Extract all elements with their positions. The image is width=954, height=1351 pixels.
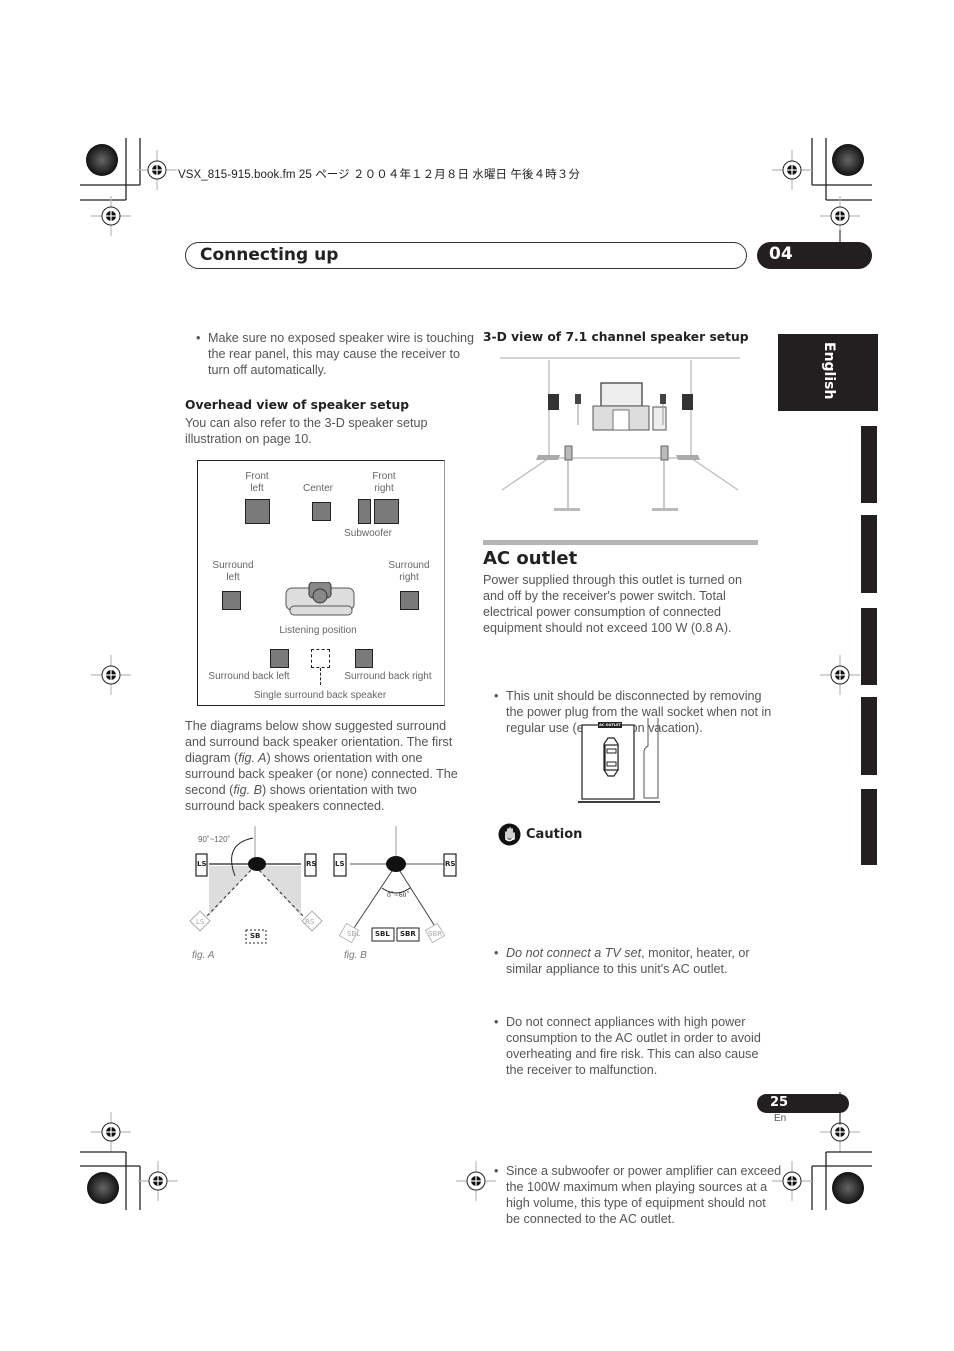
overhead-intro: You can also refer to the 3-D speaker se… <box>185 416 428 446</box>
side-tab-marker <box>861 515 877 593</box>
fig-b-ref: fig. B <box>233 783 263 797</box>
fig-b-caption: fig. B <box>344 950 367 961</box>
wire-warning-bullet: Make sure no exposed speaker wire is tou… <box>186 330 484 378</box>
ac-outlet-panel-label: AC OUTLET <box>599 723 621 727</box>
print-job-line: VSX_815-915.book.fm 25 ページ ２００４年１２月８日 水曜… <box>178 169 581 181</box>
fig-a-ls-label: LS <box>197 860 207 868</box>
fig-a-rs-label: RS <box>306 860 317 868</box>
fig-a-ls-angled-label: LS <box>196 918 205 926</box>
chapter-number: 04 <box>769 244 793 264</box>
side-tab-marker <box>861 426 877 503</box>
label-surround-right: Surround right <box>388 560 430 583</box>
page-number: 25 <box>770 1095 789 1110</box>
fig-a-ref: fig. A <box>238 751 267 765</box>
side-tab-marker <box>861 789 877 865</box>
fig-b-diagram: LS RS 0˚~60˚ SBL SBR SBL SBR fig. B <box>330 826 465 966</box>
section-header: Connecting up <box>185 242 747 269</box>
fig-b-sbr-angled-label: SBR <box>428 930 443 938</box>
speaker-center <box>312 502 331 521</box>
caution-item: Do not connect appliances with high powe… <box>484 1014 776 1078</box>
section-title: Connecting up <box>200 245 339 265</box>
speaker-surround-left <box>222 591 241 610</box>
orientation-paragraph: The diagrams below show suggested surrou… <box>185 718 461 814</box>
label-surround-back-left: Surround back left <box>208 671 290 682</box>
ac-outlet-heading: AC outlet <box>483 548 578 569</box>
page-number-badge: 25 <box>757 1094 849 1113</box>
speaker-surround-back-right <box>355 649 373 668</box>
label-listening-position: Listening position <box>279 625 357 636</box>
caution-item-text: Do not connect appliances with high powe… <box>506 1015 761 1077</box>
fig-b-ls-label: LS <box>335 860 345 868</box>
speaker-front-right <box>374 499 399 524</box>
star-target-icon <box>86 144 118 176</box>
side-tab-marker <box>861 697 877 775</box>
fig-b-sbl-angled-label: SBL <box>347 930 361 938</box>
caution-hand-icon <box>498 823 521 846</box>
label-single-surround-back: Single surround back speaker <box>253 690 387 701</box>
fig-b-sbl-label: SBL <box>375 930 390 938</box>
fig-b-rs-label: RS <box>445 860 456 868</box>
chapter-badge: 04 <box>757 242 872 269</box>
overhead-speaker-diagram: Front left Center Front right Subwoofer … <box>197 460 445 706</box>
label-front-right: Front right <box>372 471 396 494</box>
speaker-surround-right <box>400 591 419 610</box>
caution-heading: Caution <box>526 827 583 842</box>
fig-b-angle-label: 0˚~60˚ <box>387 892 410 899</box>
language-label: English <box>821 342 837 400</box>
fig-a-angle-label: 90˚~120˚ <box>198 835 231 844</box>
ac-outlet-paragraph: Power supplied through this outlet is tu… <box>483 573 743 635</box>
fig-b-sbr-label: SBR <box>400 930 416 938</box>
caution-item-text: Since a subwoofer or power amplifier can… <box>506 1164 782 1226</box>
speaker-subwoofer <box>358 499 371 524</box>
label-center: Center <box>302 483 333 494</box>
caution-item: Do not connect a TV set, monitor, heater… <box>484 945 781 977</box>
view3d-heading: 3-D view of 7.1 channel speaker setup <box>483 330 749 344</box>
fig-a-caption: fig. A <box>192 950 215 961</box>
ac-outlet-panel-illustration: AC OUTLET <box>578 718 663 804</box>
fig-a-diagram: 90˚~120˚ LS RS LS RS SB fig. A <box>185 826 325 966</box>
fig-a-rs-angled-label: RS <box>305 918 315 926</box>
page-language-code: En <box>774 1113 787 1124</box>
speaker-single-surround-back <box>311 649 330 668</box>
overhead-heading: Overhead view of speaker setup <box>185 398 410 412</box>
label-surround-back-right: Surround back right <box>344 671 432 682</box>
sofa-listener-icon <box>285 582 355 616</box>
dashed-leader-line <box>320 668 321 685</box>
section-divider <box>483 540 758 545</box>
caution-item-emphasis: Do not connect a TV set <box>506 946 642 960</box>
3d-speaker-setup-illustration <box>500 357 740 511</box>
fig-a-sb-label: SB <box>250 932 261 940</box>
label-surround-left: Surround left <box>212 560 254 583</box>
speaker-front-left <box>245 499 270 524</box>
caution-item: Since a subwoofer or power amplifier can… <box>484 1163 782 1227</box>
label-subwoofer: Subwoofer <box>344 528 392 539</box>
print-marks <box>80 138 872 1210</box>
side-tab-marker <box>861 608 877 685</box>
label-front-left: Front left <box>245 471 269 494</box>
language-tab: English <box>778 334 878 411</box>
speaker-surround-back-left <box>270 649 289 668</box>
